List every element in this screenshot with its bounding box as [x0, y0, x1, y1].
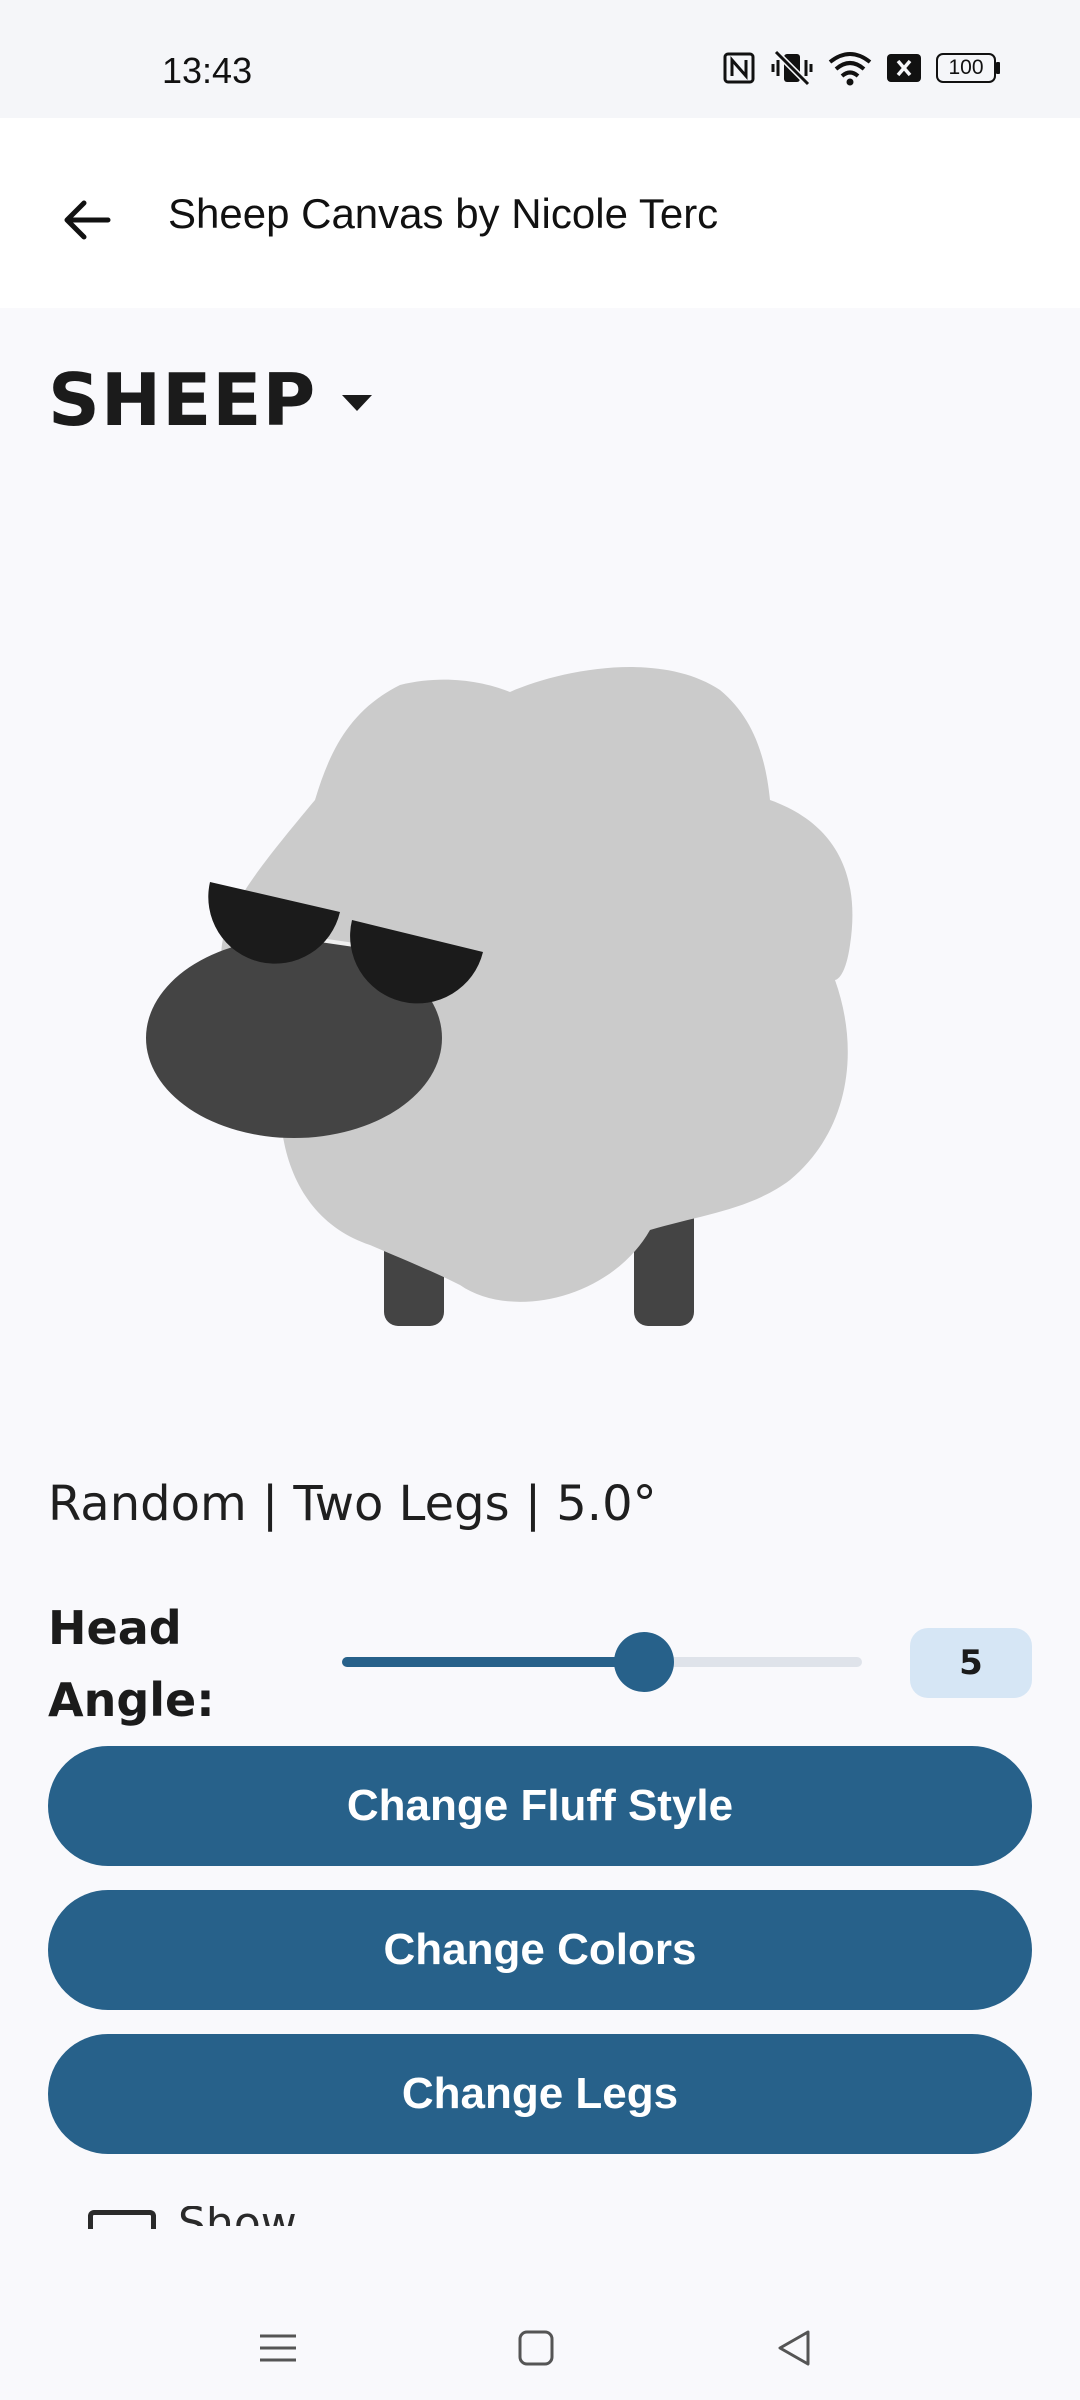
- wifi-icon: [828, 52, 872, 86]
- change-legs-button[interactable]: Change Legs: [48, 2034, 1032, 2154]
- slider-active-track: [342, 1657, 644, 1667]
- change-fluff-style-button[interactable]: Change Fluff Style: [48, 1746, 1032, 1866]
- nav-back-button[interactable]: [764, 2318, 824, 2378]
- status-time: 13:43: [162, 50, 253, 91]
- nav-recents-button[interactable]: [248, 2318, 308, 2378]
- sim-off-icon: [887, 54, 921, 82]
- sheep-summary: Random | Two Legs | 5.0°: [48, 1476, 657, 1532]
- status-icons: 100: [722, 50, 1000, 86]
- app-bar: Sheep Canvas by Nicole Terc: [0, 118, 1080, 308]
- nfc-icon: [723, 52, 755, 84]
- head-angle-value: 5: [910, 1628, 1032, 1698]
- head-angle-slider[interactable]: [342, 1632, 862, 1692]
- back-icon: [778, 2330, 810, 2366]
- app-title: Sheep Canvas by Nicole Terc: [168, 190, 719, 237]
- battery-level: 100: [948, 56, 984, 79]
- shape-selector[interactable]: SHEEP: [48, 358, 373, 442]
- vibrate-off-icon: [771, 50, 813, 86]
- slider-thumb[interactable]: [613, 1632, 674, 1692]
- home-icon: [518, 2330, 554, 2366]
- arrow-back-icon: [64, 200, 111, 240]
- status-bar: 13:43 100: [0, 0, 1080, 118]
- guidelines-label: Show guidelines: [178, 2206, 498, 2226]
- selector-value: SHEEP: [48, 358, 317, 442]
- system-nav-bar: [0, 2230, 1080, 2400]
- guidelines-label-clip: Show guidelines: [178, 2206, 498, 2226]
- head-angle-label: Head Angle:: [48, 1601, 215, 1727]
- nav-home-button[interactable]: [506, 2318, 566, 2378]
- back-button[interactable]: [46, 180, 126, 260]
- guidelines-checkbox[interactable]: [88, 2210, 156, 2229]
- change-colors-button[interactable]: Change Colors: [48, 1890, 1032, 2010]
- sheep-canvas: [146, 667, 853, 1326]
- dropdown-caret-icon: [342, 395, 373, 411]
- menu-icon: [260, 2334, 296, 2362]
- battery-icon: 100: [936, 53, 1000, 83]
- sheep-illustration: [146, 667, 853, 1326]
